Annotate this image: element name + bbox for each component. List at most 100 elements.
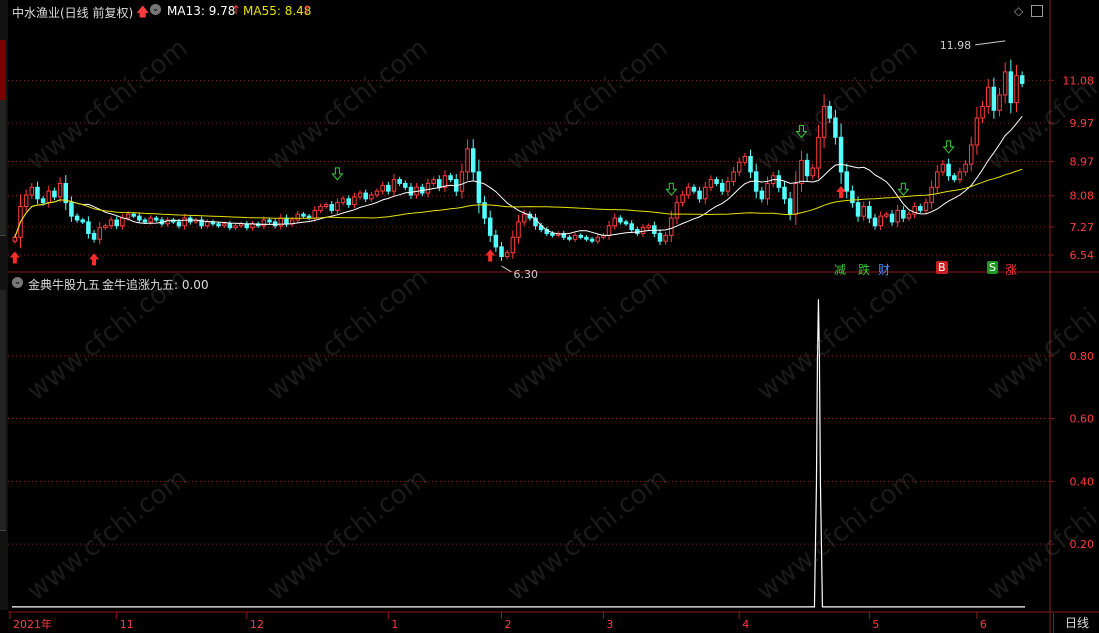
candle-up: [261, 219, 267, 227]
axis-labels: 11.089.978.978.087.276.542021年 11 12 1 2 3 4 5 6…: [9, 74, 1095, 631]
signal-tag-fall: 跌: [858, 263, 871, 277]
candle-down: [691, 186, 697, 192]
candle-up: [906, 213, 912, 219]
candle-up: [12, 236, 18, 242]
ma13-label: MA13: 9.78: [167, 4, 236, 18]
candle-up: [233, 225, 238, 229]
candle-down: [918, 206, 923, 211]
candle-down: [567, 236, 572, 240]
candle-up: [125, 213, 131, 219]
candle-down: [589, 238, 595, 242]
candle-up: [680, 194, 685, 204]
candle-down: [487, 217, 493, 236]
candle-up: [686, 186, 691, 196]
candle-down: [623, 221, 629, 225]
candle-down: [437, 179, 442, 188]
candle-down: [850, 190, 855, 204]
high-value-label: 11.98: [940, 39, 972, 52]
candle-up: [312, 209, 318, 219]
candle-down: [397, 179, 402, 184]
indicator-value: 金牛追涨九五: 0.00: [102, 278, 209, 292]
candle-up: [793, 182, 799, 215]
candlestick-series: [12, 59, 1025, 261]
candle-down: [403, 182, 408, 188]
candle-up: [974, 117, 980, 146]
candle-up: [1014, 75, 1019, 104]
candle-up: [923, 202, 929, 211]
candle-down: [787, 198, 793, 215]
candle-down: [284, 217, 289, 225]
candle-down: [867, 206, 872, 219]
x-tick-label: 6: [980, 618, 987, 631]
candle-up: [148, 217, 153, 223]
candle-up: [340, 198, 346, 204]
indicator-tick-label: 0.40: [1070, 475, 1095, 488]
candle-up: [821, 105, 827, 138]
candle-down: [719, 182, 725, 192]
candle-down: [578, 234, 584, 238]
diamond-icon[interactable]: ◇: [1014, 4, 1023, 18]
candle-down: [697, 190, 702, 200]
indicator-series: [12, 299, 1025, 608]
x-tick-label: 2021年: [13, 617, 52, 631]
candle-down: [363, 192, 368, 200]
candle-up: [204, 221, 210, 227]
x-tick-label: 3: [606, 618, 613, 631]
indicator-tick-label: 0.20: [1070, 538, 1095, 551]
candle-up: [391, 179, 397, 192]
candle-down: [889, 213, 895, 223]
candle-up: [669, 217, 674, 236]
buy-arrow-icon: [485, 249, 496, 262]
x-tick-label: 4: [742, 618, 749, 631]
candle-down: [114, 219, 119, 227]
candle-down: [142, 219, 148, 223]
candle-up: [516, 221, 521, 238]
candle-down: [131, 213, 136, 217]
candle-up: [23, 194, 29, 208]
candle-up: [595, 236, 600, 242]
candle-down: [499, 246, 504, 258]
candle-up: [646, 225, 651, 229]
arrow-up-icon: ↑: [231, 3, 242, 17]
candle-down: [1019, 75, 1025, 84]
candle-up: [816, 136, 821, 169]
candle-up: [878, 215, 883, 227]
candle-down: [52, 190, 57, 198]
candle-up: [861, 206, 866, 217]
signal-markers: 11.98 6.30: [9, 39, 1006, 281]
candle-up: [935, 171, 940, 188]
sell-arrow-icon: [795, 124, 808, 139]
indicator-tick-label: 0.60: [1070, 413, 1095, 426]
stock-title: 中水渔业(日线 前复权): [12, 6, 134, 20]
candle-down: [74, 215, 80, 221]
chevron-down-icon[interactable]: ⌄: [12, 277, 23, 288]
candle-up: [968, 144, 974, 165]
candle-up: [731, 171, 736, 183]
period-label[interactable]: 日线: [1053, 613, 1099, 633]
chevron-down-icon[interactable]: ⌄: [150, 4, 161, 15]
x-tick-label: 1: [391, 618, 398, 631]
candle-down: [386, 184, 391, 192]
maximize-icon[interactable]: [1031, 5, 1043, 17]
candle-up: [708, 179, 714, 188]
buy-arrow-icon: [9, 251, 20, 264]
candle-down: [657, 232, 663, 242]
candle-up: [963, 163, 968, 173]
candle-up: [765, 182, 770, 200]
candle-up: [374, 190, 380, 196]
sell-arrow-icon: [942, 140, 955, 154]
candle-down: [748, 156, 753, 173]
signal-tag-finance: 财: [878, 263, 891, 277]
candle-down: [901, 209, 906, 219]
indicator-tick-label: 0.80: [1070, 350, 1095, 363]
candle-up: [884, 213, 889, 217]
candle-up: [504, 252, 510, 258]
candle-down: [838, 136, 844, 173]
candle-down: [272, 221, 278, 227]
buy-arrow-icon: [89, 253, 100, 266]
candle-down: [833, 117, 838, 138]
candle-down: [154, 217, 159, 221]
candle-up: [425, 182, 431, 194]
x-tick-label: 12: [250, 618, 264, 631]
candle-down: [137, 215, 142, 221]
